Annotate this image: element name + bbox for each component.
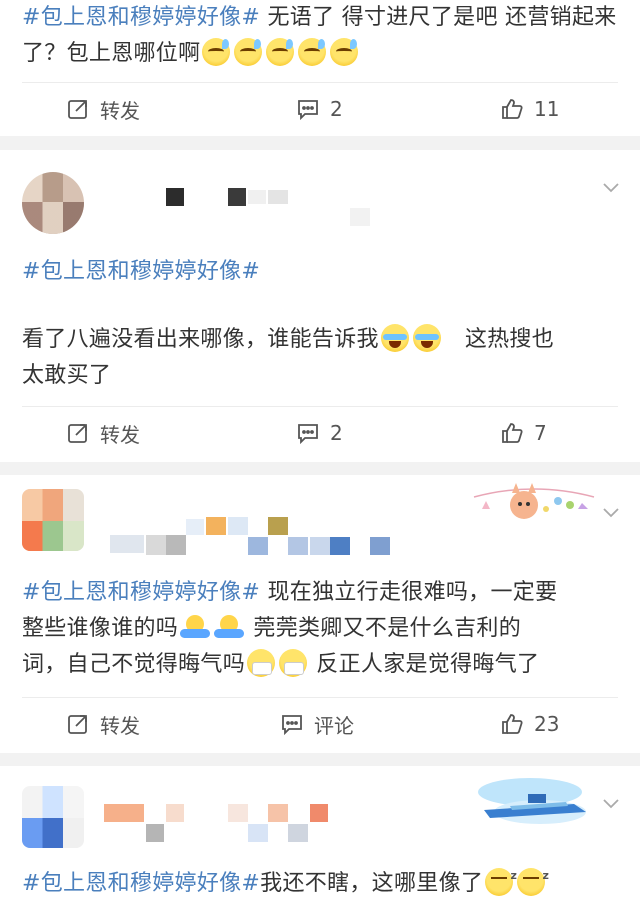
like-count: 11 xyxy=(534,97,560,121)
post-text: 看了八遍没看出来哪像，谁能告诉我 xyxy=(22,327,379,352)
laugh-cry-emoji xyxy=(412,324,441,352)
comment-count: 2 xyxy=(330,97,343,121)
post-card: #包上恩和穆婷婷好像# 看了八遍没看出来哪像，谁能告诉我 这热搜也 太敢买了 转发… xyxy=(0,150,640,462)
post-card: #包上恩和穆婷婷好像# 无语了 得寸进尺了是吧 还营销起来了？包上恩哪位啊 转发… xyxy=(0,0,640,136)
sweat-smile-emoji xyxy=(234,38,263,66)
sweat-smile-emoji xyxy=(202,38,231,66)
sleepy-smirk-emoji xyxy=(485,858,517,896)
like-count: 7 xyxy=(534,421,547,445)
like-button[interactable]: 23 xyxy=(500,699,559,749)
sweat-smile-emoji xyxy=(330,38,359,66)
like-button[interactable]: 11 xyxy=(500,84,559,134)
divider xyxy=(22,406,618,407)
comment-icon xyxy=(298,424,318,445)
like-count: 23 xyxy=(534,712,560,736)
forward-icon xyxy=(68,100,87,119)
post-text: 莞莞类卿又不是什么吉利的 xyxy=(246,616,522,641)
mask-emoji xyxy=(279,649,308,677)
avatar[interactable] xyxy=(22,786,84,848)
chevron-down-icon xyxy=(603,799,619,809)
comment-count: 2 xyxy=(330,421,343,445)
forward-label: 转发 xyxy=(100,713,140,738)
comment-button[interactable]: 2 xyxy=(296,84,343,134)
forward-label: 转发 xyxy=(100,422,140,447)
post-body: 看了八遍没看出来哪像，谁能告诉我 这热搜也 太敢买了 xyxy=(22,322,622,394)
post-text: 整些谁像谁的吗 xyxy=(22,616,179,641)
post-body: #包上恩和穆婷婷好像# xyxy=(22,254,622,290)
more-options[interactable] xyxy=(600,792,622,814)
action-bar: 转发 2 11 xyxy=(0,84,640,134)
forward-label: 转发 xyxy=(100,98,140,123)
forward-button[interactable]: 转发 xyxy=(66,408,140,458)
forward-icon xyxy=(68,715,87,734)
forward-button[interactable]: 转发 xyxy=(66,84,140,134)
hug-emoji xyxy=(180,613,211,641)
mask-emoji xyxy=(247,649,276,677)
like-icon xyxy=(502,99,523,119)
post-text: 太敢买了 xyxy=(22,363,112,388)
avatar[interactable] xyxy=(22,489,84,551)
comment-button[interactable]: 2 xyxy=(296,408,343,458)
post-card: #包上恩和穆婷婷好像# 现在独立行走很难吗，一定要 整些谁像谁的吗 莞莞类卿又不… xyxy=(0,475,640,753)
post-body: #包上恩和穆婷婷好像#我还不瞎，这哪里像了 xyxy=(22,858,622,900)
more-options[interactable] xyxy=(600,176,622,198)
sweat-smile-emoji xyxy=(266,38,295,66)
hashtag-link[interactable]: #包上恩和穆婷婷好像# xyxy=(22,259,260,284)
sweat-smile-emoji xyxy=(298,38,327,66)
hashtag-link[interactable]: #包上恩和穆婷婷好像# xyxy=(22,871,260,896)
divider xyxy=(22,697,618,698)
sleepy-smirk-emoji xyxy=(517,858,549,896)
hashtag-link[interactable]: #包上恩和穆婷婷好像# xyxy=(22,5,260,30)
laugh-cry-emoji xyxy=(380,324,409,352)
weibo-feed: #包上恩和穆婷婷好像# 无语了 得寸进尺了是吧 还营销起来了？包上恩哪位啊 转发… xyxy=(0,0,640,900)
fox-pendant-decoration xyxy=(470,479,598,537)
hashtag-link[interactable]: #包上恩和穆婷婷好像# xyxy=(22,580,260,605)
like-icon xyxy=(502,714,523,734)
like-button[interactable]: 7 xyxy=(500,408,547,458)
post-body: #包上恩和穆婷婷好像# 现在独立行走很难吗，一定要 整些谁像谁的吗 莞莞类卿又不… xyxy=(22,575,622,683)
divider xyxy=(22,82,618,83)
comment-label: 评论 xyxy=(314,713,354,738)
post-text: 现在独立行走很难吗，一定要 xyxy=(260,580,558,605)
post-text: 我还不瞎，这哪里像了 xyxy=(260,871,484,896)
more-options[interactable] xyxy=(600,501,622,523)
post-card: #包上恩和穆婷婷好像#我还不瞎，这哪里像了 xyxy=(0,766,640,900)
forward-icon xyxy=(68,424,87,443)
hug-emoji xyxy=(214,613,245,641)
post-text: 反正人家是觉得晦气了 xyxy=(309,652,540,677)
chevron-down-icon xyxy=(603,183,619,193)
forward-button[interactable]: 转发 xyxy=(66,699,140,749)
comment-icon xyxy=(282,715,302,736)
like-icon xyxy=(502,423,523,443)
comment-button[interactable]: 评论 xyxy=(280,699,354,749)
action-bar: 转发 评论 23 xyxy=(0,699,640,749)
chevron-down-icon xyxy=(603,508,619,518)
post-text: 词，自己不觉得晦气吗 xyxy=(22,652,246,677)
comment-icon xyxy=(298,100,318,121)
airship-decoration xyxy=(470,768,596,834)
post-text: 这热搜也 xyxy=(464,327,555,352)
post-body: #包上恩和穆婷婷好像# 无语了 得寸进尺了是吧 还营销起来了？包上恩哪位啊 xyxy=(22,0,622,72)
avatar[interactable] xyxy=(22,172,84,234)
action-bar: 转发 2 7 xyxy=(0,408,640,458)
